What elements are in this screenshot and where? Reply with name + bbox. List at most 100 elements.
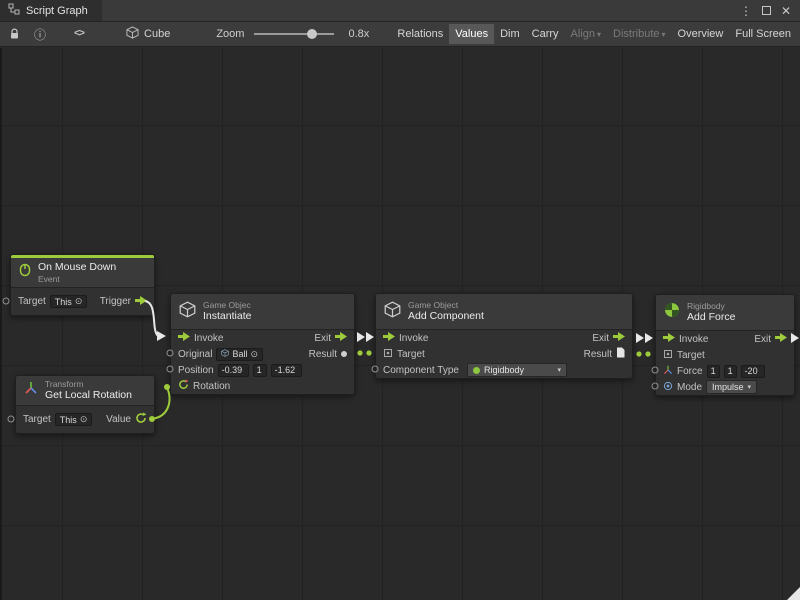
node-add-force[interactable]: Rigidbody Add Force Invoke Exit Target F… <box>655 294 795 396</box>
input-port[interactable] <box>167 350 174 357</box>
tab-script-graph[interactable]: Script Graph <box>0 0 102 21</box>
object-picker-icon[interactable]: ⊙ <box>75 296 83 307</box>
close-icon[interactable]: ✕ <box>778 3 794 19</box>
node-category: Transform <box>45 379 132 389</box>
mode-icon <box>663 381 673 394</box>
invoke-port-icon[interactable] <box>178 332 190 344</box>
result-doc-icon[interactable] <box>616 347 625 361</box>
cube-icon <box>384 301 401 323</box>
target-icon[interactable] <box>383 348 393 361</box>
mouse-icon <box>19 263 31 282</box>
chevron-down-icon: ▾ <box>662 30 666 39</box>
chip-text: Ball <box>232 349 247 359</box>
node-header: Transform Get Local Rotation <box>16 376 154 406</box>
input-port[interactable] <box>3 298 10 305</box>
object-picker-icon[interactable]: ⊙ <box>250 349 258 360</box>
toolbar-buttons: Relations Values Dim Carry Align▾ Distri… <box>391 24 797 44</box>
exit-port-icon[interactable] <box>613 332 625 344</box>
node-get-local-rotation[interactable]: Transform Get Local Rotation Target This… <box>15 375 155 434</box>
position-z-field[interactable]: -1.62 <box>271 364 302 377</box>
kebab-menu-icon[interactable]: ⋮ <box>738 3 754 19</box>
exit-label: Exit <box>592 333 609 344</box>
node-title: Add Component <box>408 310 484 323</box>
input-port[interactable] <box>8 416 15 423</box>
cube-icon <box>126 26 139 42</box>
result-label: Result <box>584 349 612 360</box>
input-port[interactable] <box>652 367 659 374</box>
node-add-component[interactable]: Game Object Add Component Invoke Exit Ta… <box>375 293 633 379</box>
node-title: Get Local Rotation <box>45 389 132 402</box>
rotation-port-icon[interactable] <box>135 412 147 427</box>
transform-icon <box>24 381 38 400</box>
invoke-row: Invoke Exit <box>376 330 632 346</box>
object-picker-icon[interactable]: ⊙ <box>80 414 88 425</box>
maximize-icon[interactable] <box>758 3 774 19</box>
info-icon[interactable]: ⓘ <box>34 26 46 43</box>
force-y-field[interactable]: 1 <box>724 365 737 378</box>
code-view-icon[interactable]: <> <box>74 29 84 40</box>
force-x-field[interactable]: 1 <box>707 365 720 378</box>
invoke-port-icon[interactable] <box>383 332 395 344</box>
position-x-field[interactable]: -0.39 <box>218 364 249 377</box>
node-instantiate[interactable]: Game Objec Instantiate Invoke Exit Origi… <box>170 293 355 395</box>
resize-grip[interactable] <box>787 587 800 600</box>
exit-port-icon[interactable] <box>775 333 787 345</box>
rotation-row: Rotation <box>171 378 354 394</box>
original-label: Original <box>178 349 212 360</box>
rotation-label: Rotation <box>193 381 230 392</box>
graph-target-group[interactable]: Cube <box>126 26 170 42</box>
target-label: Target <box>23 414 51 425</box>
toolbar-button-distribute[interactable]: Distribute▾ <box>607 24 671 44</box>
target-icon[interactable] <box>663 349 673 362</box>
input-port[interactable] <box>652 383 659 390</box>
rotation-port-icon[interactable] <box>178 379 189 393</box>
position-row: Position -0.39 1 -1.62 <box>171 362 354 378</box>
lock-icon[interactable] <box>9 28 20 40</box>
node-header: On Mouse Down Event <box>11 258 154 288</box>
target-row: Target Result <box>376 346 632 362</box>
toolbar-button-relations[interactable]: Relations <box>391 24 449 44</box>
invoke-label: Invoke <box>194 333 223 344</box>
position-y-field[interactable]: 1 <box>253 364 267 377</box>
target-value-chip[interactable]: This ⊙ <box>55 413 93 426</box>
input-port[interactable] <box>167 366 174 373</box>
toolbar-button-carry[interactable]: Carry <box>526 24 565 44</box>
chevron-down-icon: ▾ <box>557 366 561 374</box>
dropdown-value: Impulse <box>712 382 744 392</box>
original-row: Original Ball ⊙ Result <box>171 346 354 362</box>
zoom-slider-handle[interactable] <box>307 29 317 39</box>
toolbar-button-values[interactable]: Values <box>449 24 494 44</box>
target-label: Target <box>18 296 46 307</box>
zoom-slider[interactable] <box>254 28 334 40</box>
node-header: Game Objec Instantiate <box>171 294 354 330</box>
component-type-row: Component Type Rigidbody ▾ <box>376 362 632 378</box>
cube-icon <box>179 301 196 323</box>
node-on-mouse-down[interactable]: On Mouse Down Event Target This ⊙ Trigge… <box>10 254 155 316</box>
toolbar-button-overview[interactable]: Overview <box>672 24 730 44</box>
graph-toolbar: ⓘ <> Cube Zoom 0.8x Relations Values Dim… <box>0 22 800 47</box>
node-title: Instantiate <box>203 310 251 323</box>
trigger-port-icon[interactable] <box>135 296 147 308</box>
exit-port-icon[interactable] <box>335 332 347 344</box>
component-type-dropdown[interactable]: Rigidbody ▾ <box>467 363 567 377</box>
window-controls: ⋮ ✕ <box>738 3 800 19</box>
target-row: Target <box>656 347 794 363</box>
node-category: Game Object <box>408 300 484 310</box>
result-port[interactable] <box>341 351 347 357</box>
force-z-field[interactable]: -20 <box>741 365 765 378</box>
input-port[interactable] <box>372 366 379 373</box>
toolbar-button-fullscreen[interactable]: Full Screen <box>729 24 797 44</box>
toolbar-button-dim[interactable]: Dim <box>494 24 526 44</box>
node-subtitle: Event <box>38 274 116 284</box>
exit-label: Exit <box>314 333 331 344</box>
trigger-label: Trigger <box>100 296 131 307</box>
chevron-down-icon: ▾ <box>748 383 752 391</box>
invoke-port-icon[interactable] <box>663 333 675 345</box>
original-value-chip[interactable]: Ball ⊙ <box>216 348 263 361</box>
invoke-label: Invoke <box>679 334 708 345</box>
toolbar-button-align[interactable]: Align▾ <box>565 24 607 44</box>
mode-dropdown[interactable]: Impulse ▾ <box>706 380 757 394</box>
zoom-value: 0.8x <box>348 28 369 40</box>
value-label: Value <box>106 414 131 425</box>
target-value-chip[interactable]: This ⊙ <box>50 295 88 308</box>
